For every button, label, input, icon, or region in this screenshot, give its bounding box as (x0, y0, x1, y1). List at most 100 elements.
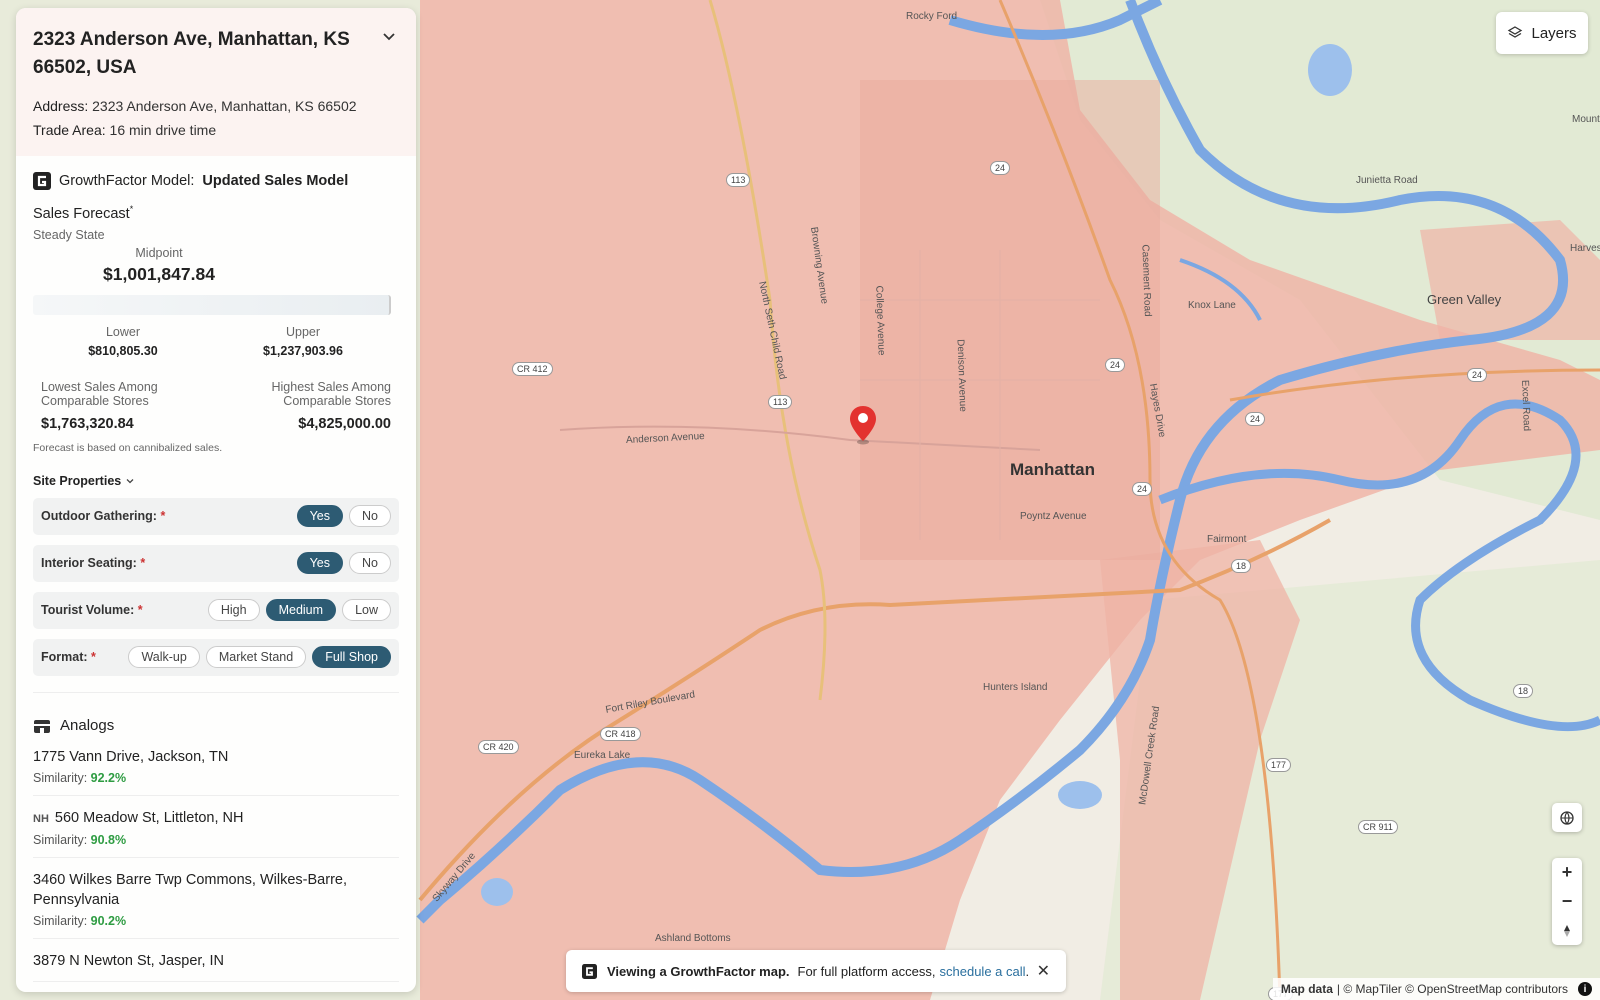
info-icon[interactable]: i (1578, 982, 1592, 996)
close-icon[interactable]: ✕ (1037, 961, 1050, 981)
analog-item[interactable]: NH 560 Meadow St, Littleton, NH Similarity… (33, 796, 399, 858)
analog-name: 3460 Wilkes Barre Twp Commons, Wilkes-Ba… (33, 871, 347, 908)
growthfactor-logo-icon (582, 963, 597, 979)
analog-name: 3879 N Newton St, Jasper, IN (33, 952, 225, 969)
footnote-mark: * (129, 204, 134, 214)
option-yes-button[interactable]: Yes (296, 552, 344, 575)
analog-name-row: 3460 Wilkes Barre Twp Commons, Wilkes-Ba… (33, 870, 399, 910)
zoom-in-button[interactable]: + (1552, 858, 1582, 887)
schedule-call-link[interactable]: schedule a call (940, 964, 1026, 979)
lowest-value: $1,763,320.84 (41, 415, 134, 432)
globe-icon[interactable] (1552, 803, 1582, 832)
similarity-row: Similarity: 90.2% (33, 914, 399, 928)
sales-forecast-label: Sales Forecast (33, 205, 130, 222)
comparable-stores: Lowest Sales Among Comparable Stores $1,7… (33, 380, 399, 432)
site-property-label: Tourist Volume: * (41, 603, 143, 617)
site-title: 2323 Anderson Ave, Manhattan, KS 66502, … (33, 29, 350, 78)
lowest-label-line1: Lowest Sales Among (41, 379, 158, 394)
option-yes-button[interactable]: Yes (296, 505, 344, 528)
analogs-list: 1775 Vann Drive, Jackson, TN Similarity: … (33, 735, 399, 982)
midpoint-value: $1,001,847.84 (103, 263, 215, 284)
route-shield: 24 (1105, 358, 1126, 372)
route-shield: CR 420 (478, 740, 519, 754)
site-property-row: Format: * Walk-up Market Stand Full Shop (33, 638, 399, 676)
analog-name-row: 1775 Vann Drive, Jackson, TN (33, 747, 399, 767)
site-property-label: Interior Seating: * (41, 556, 145, 570)
similarity-value: 90.8% (90, 832, 127, 847)
layers-button[interactable]: Layers (1496, 12, 1588, 54)
analog-name-row: NH 560 Meadow St, Littleton, NH (33, 808, 399, 829)
zoom-out-button[interactable]: − (1552, 887, 1582, 916)
highest-label-line1: Highest Sales Among (271, 379, 391, 394)
upper-value: $1,237,903.96 (263, 343, 343, 358)
site-property-row: Tourist Volume: * High Medium Low (33, 591, 399, 629)
route-shield: 24 (1467, 368, 1488, 382)
site-property-label-text: Outdoor Gathering: (41, 509, 157, 524)
site-properties-toggle[interactable]: Site Properties (33, 474, 399, 488)
range-values: Lower $810,805.30 Upper $1,237,903.96 (33, 325, 399, 358)
similarity-value: 92.2% (90, 770, 127, 785)
lower-value: $810,805.30 (88, 343, 158, 358)
lower-label: Lower (105, 324, 141, 339)
label-eureka: Eureka Lake (574, 750, 631, 761)
viewing-banner: Viewing a GrowthFactor map. For full pla… (566, 950, 1066, 992)
option-no-button[interactable]: No (349, 552, 391, 575)
option-low-button[interactable]: Low (342, 599, 391, 622)
store-icon (34, 719, 50, 733)
option-market-stand-button[interactable]: Market Stand (205, 646, 307, 669)
similarity-row: Similarity: 90.8% (33, 833, 399, 847)
highest-value: $4,825,000.00 (298, 415, 391, 432)
location-pin-icon[interactable] (848, 404, 878, 446)
app: Rocky Ford Junietta Road Green Valley Kn… (0, 0, 1600, 1000)
analog-item[interactable]: 3460 Wilkes Barre Twp Commons, Wilkes-Ba… (33, 858, 399, 939)
route-shield: CR 412 (512, 362, 553, 376)
route-shield: CR 418 (600, 727, 641, 741)
site-properties-list: Outdoor Gathering: * Yes No Interior Seatin… (33, 497, 399, 676)
analogs-title: Analogs (60, 717, 115, 735)
site-property-row: Outdoor Gathering: * Yes No (33, 497, 399, 535)
analog-name: 560 Meadow St, Littleton, NH (54, 809, 244, 826)
banner-period: . (1025, 963, 1030, 979)
route-shield: 24 (990, 161, 1011, 175)
label-fairmont: Fairmont (1207, 534, 1247, 545)
option-medium-button[interactable]: Medium (265, 599, 337, 622)
chevron-down-icon (126, 478, 134, 484)
site-properties-label: Site Properties (33, 473, 122, 488)
highest-label-line2: Comparable Stores (283, 393, 391, 408)
label-harvest: Harvest (1570, 243, 1600, 254)
option-high-button[interactable]: High (207, 599, 260, 622)
zoom-controls: + − (1552, 858, 1582, 945)
model-name: Updated Sales Model (202, 173, 349, 189)
route-shield: CR 911 (1358, 820, 1398, 834)
site-property-label: Format: * (41, 650, 96, 664)
option-full-shop-button[interactable]: Full Shop (312, 646, 391, 669)
similarity-value: 90.2% (90, 913, 127, 928)
address-row: Address: 2323 Anderson Ave, Manhattan, K… (33, 94, 399, 118)
compass-icon[interactable] (1552, 916, 1582, 945)
site-property-label-text: Format: (41, 650, 88, 665)
model-label: GrowthFactor Model: (59, 173, 195, 189)
route-shield: 24 (1132, 482, 1153, 496)
similarity-label: Similarity: (33, 913, 88, 928)
lowest-label: Lowest Sales Among Comparable Stores (41, 380, 158, 408)
sales-forecast-title: Sales Forecast* (33, 204, 399, 222)
required-mark: * (160, 509, 166, 524)
label-knox-lane: Knox Lane (1188, 300, 1236, 311)
label-hunters-island: Hunters Island (983, 682, 1048, 693)
lowest-label-line2: Comparable Stores (41, 393, 149, 408)
site-property-label-text: Tourist Volume: (41, 603, 135, 618)
divider (33, 691, 399, 693)
growthfactor-logo-icon (33, 172, 51, 190)
route-shield: 18 (1231, 559, 1252, 573)
option-no-button[interactable]: No (349, 505, 391, 528)
state-badge: NH (33, 812, 49, 825)
panel-header: 2323 Anderson Ave, Manhattan, KS 66502, … (16, 8, 416, 156)
chevron-down-icon[interactable] (382, 30, 396, 44)
option-group: Yes No (296, 505, 391, 528)
option-group: High Medium Low (207, 599, 391, 622)
option-walk-up-button[interactable]: Walk-up (128, 646, 200, 669)
analog-item[interactable]: 3879 N Newton St, Jasper, IN (33, 939, 399, 982)
analog-item[interactable]: 1775 Vann Drive, Jackson, TN Similarity: … (33, 735, 399, 796)
globe-control[interactable] (1552, 803, 1582, 832)
model-row: GrowthFactor Model: Updated Sales Model (33, 172, 399, 190)
